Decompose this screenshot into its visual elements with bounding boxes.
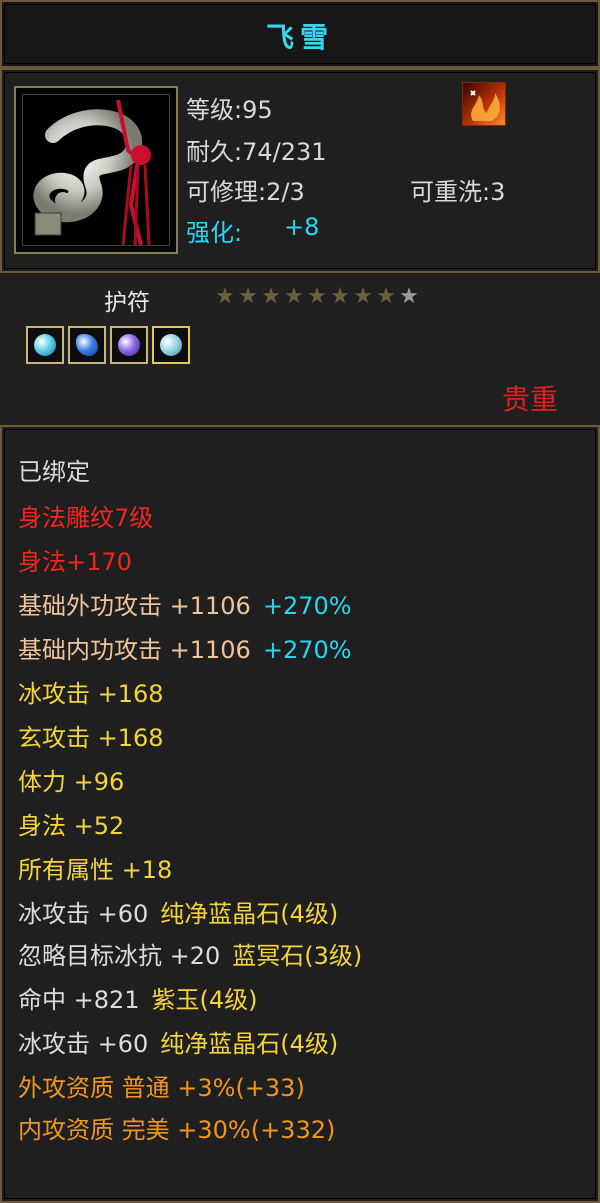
attribute-text: 基础外功攻击 +1106 [18, 592, 251, 620]
star-empty-icon: ★ [399, 284, 419, 309]
gem-slot-icon[interactable] [68, 326, 106, 364]
attribute-text: 忽略目标冰抗 +20 [18, 942, 221, 970]
enhance-label: 强化: [186, 219, 243, 247]
attribute-text: +270% [262, 592, 352, 620]
item-type: 护符 [104, 290, 150, 316]
star-icon: ★ [284, 284, 304, 309]
attribute-line: 冰攻击 +60 纯净蓝晶石(4级) [18, 1024, 338, 1059]
gem-slot-icon[interactable] [152, 326, 190, 364]
rarity-label: 贵重 [501, 383, 558, 416]
attribute-text: 体力 +96 [18, 768, 125, 796]
title-bar: 飞雪 [0, 0, 600, 68]
attribute-text: 纯净蓝晶石(4级) [160, 1030, 339, 1058]
attribute-line: 内攻资质 完美 +30%(+332) [18, 1110, 335, 1145]
star-icon: ★ [261, 284, 281, 309]
star-icon: ★ [376, 284, 396, 309]
attribute-text: 身法+170 [18, 548, 132, 576]
attribute-line: 所有属性 +18 [18, 850, 172, 885]
attribute-line: 忽略目标冰抗 +20 蓝冥石(3级) [18, 936, 362, 971]
attribute-text: 冰攻击 +60 [18, 1030, 149, 1058]
attribute-line: 基础外功攻击 +1106 +270% [18, 586, 352, 621]
attribute-text: 内攻资质 完美 +30%(+332) [18, 1116, 336, 1144]
enhance-value: +8 [284, 213, 320, 241]
gem-slot-icon[interactable] [110, 326, 148, 364]
attribute-line: 身法 +52 [18, 806, 124, 841]
attribute-line: 基础内功攻击 +1106 +270% [18, 630, 352, 665]
attribute-text: 身法 +52 [18, 812, 125, 840]
star-icon: ★ [238, 284, 258, 309]
attribute-text: 纯净蓝晶石(4级) [160, 900, 339, 928]
gem-slots [26, 326, 190, 364]
star-rating: ★ ★ ★ ★ ★ ★ ★ ★ ★ [214, 286, 420, 308]
attribute-text: 玄攻击 +168 [18, 724, 164, 752]
repairable-stat: 可修理:2/3 [186, 178, 305, 206]
attribute-line: 外攻资质 普通 +3%(+33) [18, 1068, 305, 1103]
attribute-text: 紫玉(4级) [151, 986, 258, 1014]
attribute-line: 已绑定 [18, 452, 90, 487]
item-name: 飞雪 [265, 21, 334, 54]
star-icon: ★ [307, 284, 327, 309]
rewashable-stat: 可重洗:3 [410, 178, 506, 206]
amulet-image [22, 94, 170, 246]
star-icon: ★ [215, 284, 235, 309]
attribute-line: 玄攻击 +168 [18, 718, 164, 753]
attribute-text: 冰攻击 +168 [18, 680, 164, 708]
attribute-text: 外攻资质 普通 +3%(+33) [18, 1074, 305, 1102]
star-icon: ★ [330, 284, 350, 309]
attribute-line: 身法雕纹7级 [18, 498, 153, 533]
star-icon: ★ [353, 284, 373, 309]
attribute-text: 命中 +821 [18, 986, 140, 1014]
attribute-text: 基础内功攻击 +1106 [18, 636, 251, 664]
attribute-line: 冰攻击 +60 纯净蓝晶石(4级) [18, 894, 338, 929]
attribute-text: 所有属性 +18 [18, 856, 173, 884]
attribute-text: 已绑定 [18, 458, 90, 486]
attribute-text: 蓝冥石(3级) [232, 942, 363, 970]
level-stat: 等级:95 [186, 96, 273, 124]
attribute-line: 命中 +821 紫玉(4级) [18, 980, 258, 1015]
attribute-text: +270% [262, 636, 352, 664]
durability-stat: 耐久:74/231 [186, 138, 327, 166]
item-portrait [14, 86, 178, 254]
attribute-text: 冰攻击 +60 [18, 900, 149, 928]
gem-slot-icon[interactable] [26, 326, 64, 364]
attribute-line: 冰攻击 +168 [18, 674, 164, 709]
attribute-line: 体力 +96 [18, 762, 124, 797]
attribute-text: 身法雕纹7级 [18, 504, 154, 532]
attribute-line: 身法+170 [18, 542, 132, 577]
flame-buff-icon[interactable] [462, 82, 506, 126]
